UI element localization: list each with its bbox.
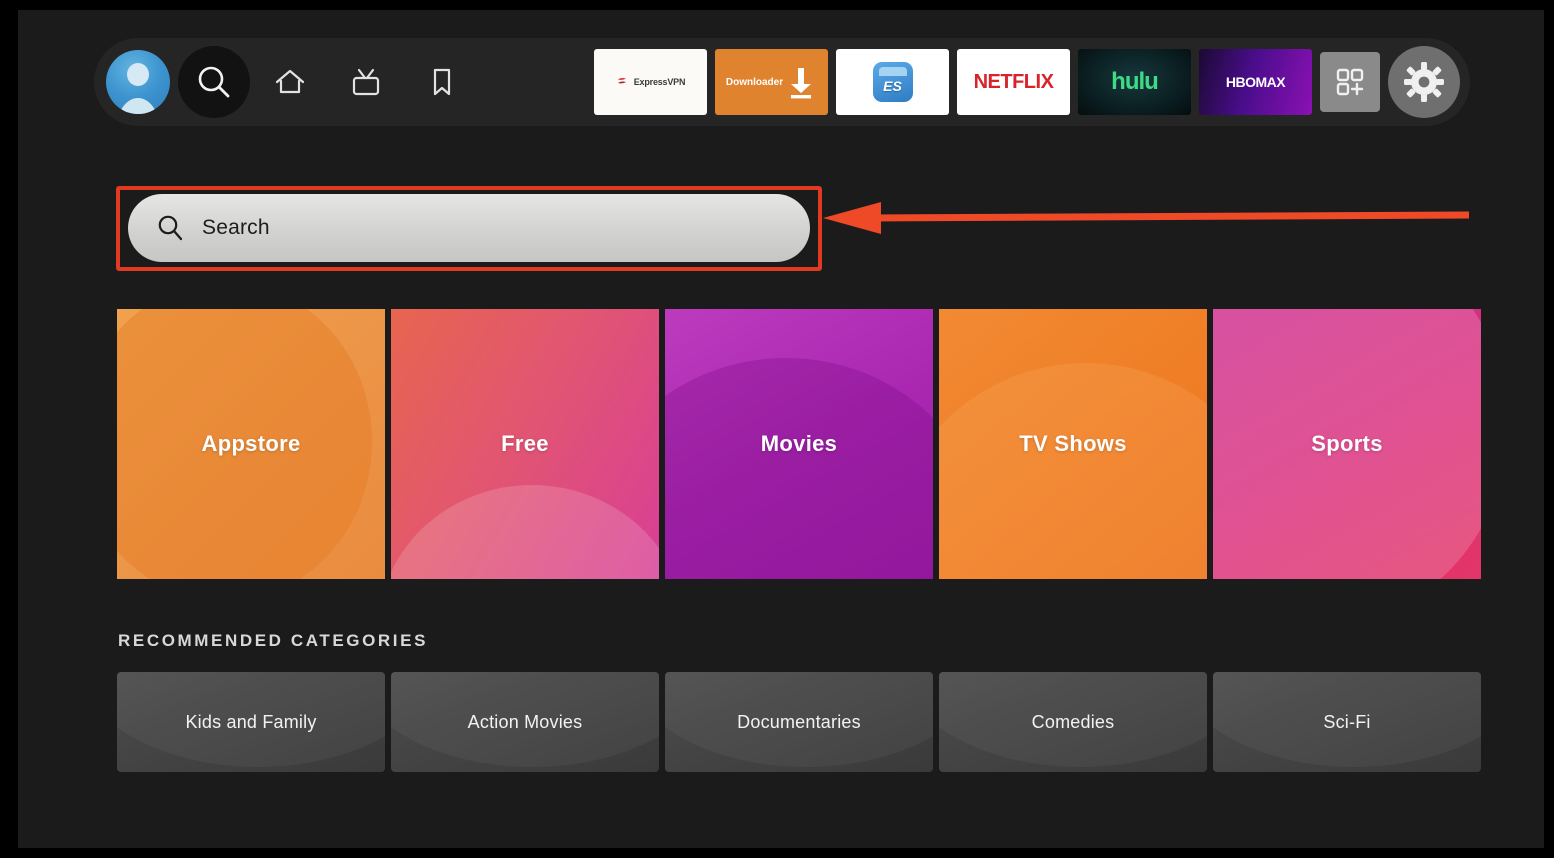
tile-decoration	[665, 357, 933, 579]
nav-left-group	[94, 38, 478, 126]
search-placeholder-text: Search	[202, 216, 270, 239]
category-label: Kids and Family	[185, 711, 317, 732]
tile-label-movies: Movies	[760, 431, 838, 456]
category-tile-kids-and-family[interactable]: Kids and Family	[117, 672, 385, 772]
apps-grid-plus-icon	[1336, 68, 1364, 96]
top-navigation-bar: ExpressVPN Downloader ES NETFLIX hulu HB…	[94, 38, 1470, 126]
category-label: Documentaries	[737, 711, 861, 732]
category-tile-comedies[interactable]: Comedies	[939, 672, 1207, 772]
search-input[interactable]: Search	[128, 194, 810, 262]
tile-decoration	[391, 484, 659, 579]
main-category-tiles: Appstore Free Movies TV Shows Sports	[117, 309, 1481, 579]
expressvpn-logo-icon	[617, 77, 626, 84]
app-label-downloader: Downloader	[725, 76, 784, 88]
nav-search-button[interactable]	[178, 46, 250, 118]
category-tile-sci-fi[interactable]: Sci-Fi	[1213, 672, 1481, 772]
tile-movies[interactable]: Movies	[665, 309, 933, 579]
live-tv-icon	[352, 68, 380, 96]
recommended-categories-row: Kids and Family Action Movies Documentar…	[117, 672, 1481, 772]
tile-sports[interactable]: Sports	[1213, 309, 1481, 579]
app-tile-downloader[interactable]: Downloader	[715, 49, 828, 115]
app-tile-hbomax[interactable]: HBOMAX	[1199, 49, 1312, 115]
settings-button[interactable]	[1388, 46, 1460, 118]
home-icon	[275, 69, 305, 94]
category-label: Comedies	[1031, 711, 1115, 732]
category-tile-documentaries[interactable]: Documentaries	[665, 672, 933, 772]
recommended-categories-heading: RECOMMENDED CATEGORIES	[118, 631, 429, 650]
nav-live-tv-button[interactable]	[330, 46, 402, 118]
tile-label-free: Free	[501, 431, 549, 456]
app-shortcuts-group: ExpressVPN Downloader ES NETFLIX hulu HB…	[594, 46, 1470, 118]
download-arrow-icon	[791, 68, 812, 99]
app-label-hulu: hulu	[1111, 68, 1159, 95]
apps-grid-button[interactable]	[1320, 52, 1380, 112]
es-file-explorer-icon: ES	[872, 62, 913, 102]
app-tile-netflix[interactable]: NETFLIX	[957, 49, 1070, 115]
tile-decoration	[939, 363, 1207, 579]
app-label-hbomax: HBOMAX	[1225, 74, 1286, 90]
tile-label-tv-shows: TV Shows	[1019, 431, 1127, 456]
search-icon	[158, 215, 183, 241]
category-label: Sci-Fi	[1323, 711, 1371, 732]
annotation-arrow	[823, 202, 1470, 234]
tile-label-appstore: Appstore	[201, 431, 301, 456]
bookmark-icon	[433, 68, 451, 96]
tile-label-sports: Sports	[1311, 431, 1383, 456]
tile-appstore[interactable]: Appstore	[117, 309, 385, 579]
app-tile-es-file-explorer[interactable]: ES	[836, 49, 949, 115]
app-tile-expressvpn[interactable]: ExpressVPN	[594, 49, 707, 115]
category-tile-action-movies[interactable]: Action Movies	[391, 672, 659, 772]
category-label: Action Movies	[467, 711, 583, 732]
avatar-icon	[106, 50, 170, 114]
search-icon	[198, 66, 230, 98]
nav-home-button[interactable]	[254, 46, 326, 118]
app-label-es: ES	[883, 78, 902, 94]
app-label-expressvpn: ExpressVPN	[633, 77, 686, 87]
app-tile-hulu[interactable]: hulu	[1078, 49, 1191, 115]
profile-avatar[interactable]	[102, 46, 174, 118]
nav-library-button[interactable]	[406, 46, 478, 118]
app-label-netflix: NETFLIX	[973, 70, 1054, 93]
tile-free[interactable]: Free	[391, 309, 659, 579]
fire-tv-home-screen: ExpressVPN Downloader ES NETFLIX hulu HB…	[18, 10, 1544, 848]
gear-icon	[1404, 62, 1444, 102]
tile-tv-shows[interactable]: TV Shows	[939, 309, 1207, 579]
